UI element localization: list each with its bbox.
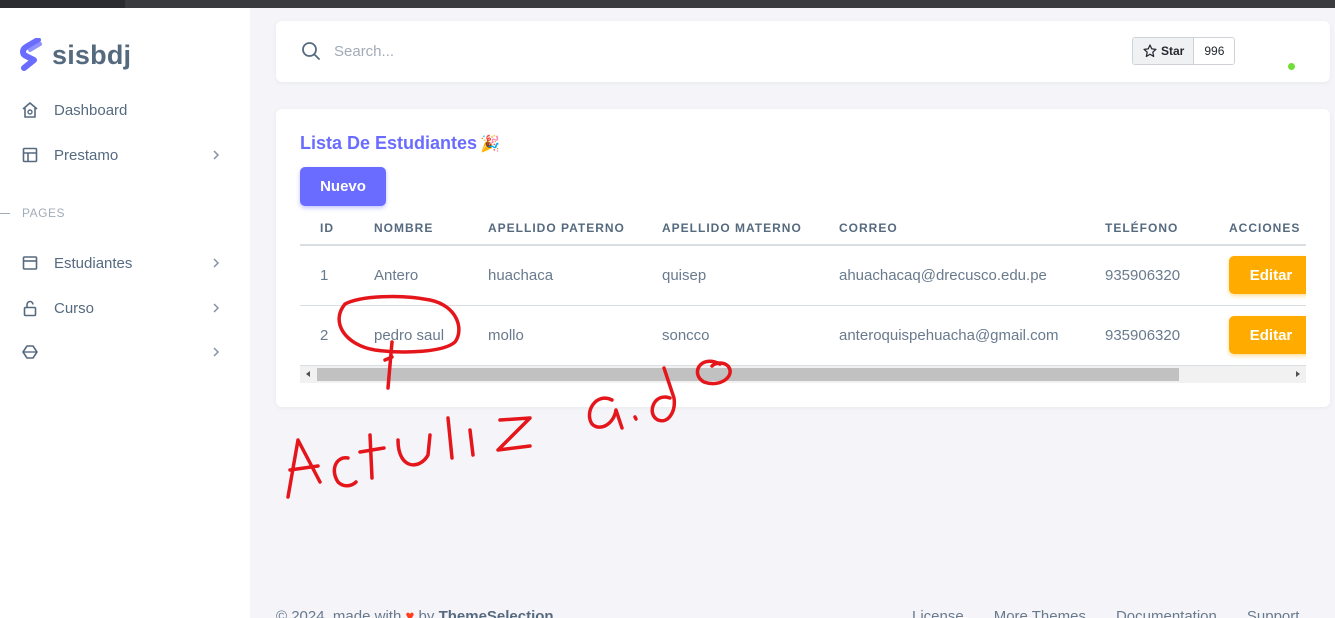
menu-header-dash <box>0 212 10 214</box>
scrollbar-thumb[interactable] <box>317 368 1179 381</box>
layout-icon <box>20 145 40 165</box>
github-star-widget[interactable]: Star 996 <box>1132 37 1236 65</box>
table-row: 2 pedro saul mollo soncco anteroquispehu… <box>300 305 1306 366</box>
sidebar-item-label: Dashboard <box>54 101 128 119</box>
window-icon <box>20 253 40 273</box>
edit-button[interactable]: Editar <box>1229 256 1306 295</box>
star-icon <box>1143 44 1157 58</box>
chevron-right-icon <box>213 258 220 268</box>
column-header-telefono: TELÉFONO <box>1105 209 1229 246</box>
cell-nombre: Antero <box>374 245 488 306</box>
menu-header-label: PAGES <box>22 206 65 220</box>
sidebar-item-label: Estudiantes <box>54 254 133 272</box>
column-header-apellido-paterno: APELLIDO PATERNO <box>488 209 662 246</box>
footer-link-more-themes[interactable]: More Themes <box>994 608 1086 618</box>
cell-apellido-paterno: huachaca <box>488 245 662 306</box>
cube-icon <box>20 342 40 362</box>
sidebar-item-curso[interactable]: Curso <box>20 293 230 323</box>
horizontal-scrollbar[interactable] <box>300 366 1306 383</box>
footer-credits-prefix: © 2024, made with <box>276 608 406 618</box>
github-star-label: Star <box>1161 44 1185 58</box>
card-title: Lista De Estudiantes 🎉 <box>300 133 500 154</box>
cell-nombre: pedro saul <box>374 305 488 366</box>
card-title-text: Lista De Estudiantes <box>300 133 478 153</box>
students-card: Lista De Estudiantes 🎉 Nuevo ID NOMBRE A… <box>276 109 1330 407</box>
scroll-right-arrow-icon[interactable] <box>1294 370 1302 378</box>
cell-id: 2 <box>300 305 374 366</box>
column-header-apellido-materno: APELLIDO MATERNO <box>662 209 839 246</box>
column-header-nombre: NOMBRE <box>374 209 488 246</box>
window-top-strip-inner <box>125 0 1335 8</box>
sidebar-item-dashboard[interactable]: Dashboard <box>20 95 230 125</box>
online-status-dot <box>1288 63 1295 70</box>
brand[interactable]: sisbdj <box>20 38 131 72</box>
chevron-right-icon <box>213 150 220 160</box>
footer-link-support[interactable]: Support <box>1247 608 1300 618</box>
footer-link-license[interactable]: License <box>912 608 964 618</box>
cell-correo: anteroquispehuacha@gmail.com <box>839 305 1105 366</box>
footer-credits: © 2024, made with ♥ by ThemeSelection <box>276 608 554 618</box>
party-popper-icon: 🎉 <box>480 135 500 153</box>
github-star-count[interactable]: 996 <box>1194 38 1235 64</box>
sidebar: sisbdj Dashboard Prestamo PAGES Estudian… <box>0 8 250 618</box>
cell-telefono: 935906320 <box>1105 245 1229 306</box>
column-header-correo: CORREO <box>839 209 1105 246</box>
table-header-row: ID NOMBRE APELLIDO PATERNO APELLIDO MATE… <box>300 209 1306 246</box>
cell-acciones: Editar <box>1229 305 1306 366</box>
home-icon <box>20 100 40 120</box>
table-row: 1 Antero huachaca quisep ahuachacaq@drec… <box>300 245 1306 306</box>
footer-links: License More Themes Documentation Suppor… <box>912 608 1299 618</box>
brand-logo-icon <box>20 38 42 71</box>
cell-correo: ahuachacaq@drecusco.edu.pe <box>839 245 1105 306</box>
new-student-button[interactable]: Nuevo <box>300 167 386 206</box>
cell-id: 1 <box>300 245 374 306</box>
sidebar-item-prestamo[interactable]: Prestamo <box>20 140 230 170</box>
menu-section-header: PAGES <box>0 206 65 220</box>
chevron-right-icon <box>213 303 220 313</box>
sidebar-item-label: Prestamo <box>54 146 119 164</box>
github-star-button[interactable]: Star <box>1133 38 1195 64</box>
sidebar-item-misc[interactable] <box>20 337 230 367</box>
sidebar-item-estudiantes[interactable]: Estudiantes <box>20 248 230 278</box>
cell-apellido-materno: quisep <box>662 245 839 306</box>
cell-apellido-materno: soncco <box>662 305 839 366</box>
cell-acciones: Editar <box>1229 245 1306 306</box>
lock-open-icon <box>20 298 40 318</box>
cell-apellido-paterno: mollo <box>488 305 662 366</box>
brand-name: sisbdj <box>52 39 132 70</box>
search-icon[interactable] <box>300 40 322 62</box>
footer: © 2024, made with ♥ by ThemeSelection Li… <box>276 608 1335 618</box>
window-top-strip <box>0 0 1335 8</box>
top-navbar: Star 996 <box>276 21 1330 82</box>
students-table: ID NOMBRE APELLIDO PATERNO APELLIDO MATE… <box>300 209 1306 366</box>
footer-brand-link[interactable]: ThemeSelection <box>439 608 554 618</box>
search-input[interactable] <box>334 38 534 64</box>
footer-credits-by: by <box>414 608 439 618</box>
students-table-wrapper: ID NOMBRE APELLIDO PATERNO APELLIDO MATE… <box>300 209 1306 385</box>
footer-link-documentation[interactable]: Documentation <box>1116 608 1217 618</box>
column-header-acciones: ACCIONES <box>1229 209 1306 246</box>
scroll-left-arrow-icon[interactable] <box>304 370 312 378</box>
cell-telefono: 935906320 <box>1105 305 1229 366</box>
column-header-id: ID <box>300 209 374 246</box>
chevron-right-icon <box>213 347 220 357</box>
edit-button[interactable]: Editar <box>1229 316 1306 354</box>
sidebar-item-label: Curso <box>54 299 95 317</box>
